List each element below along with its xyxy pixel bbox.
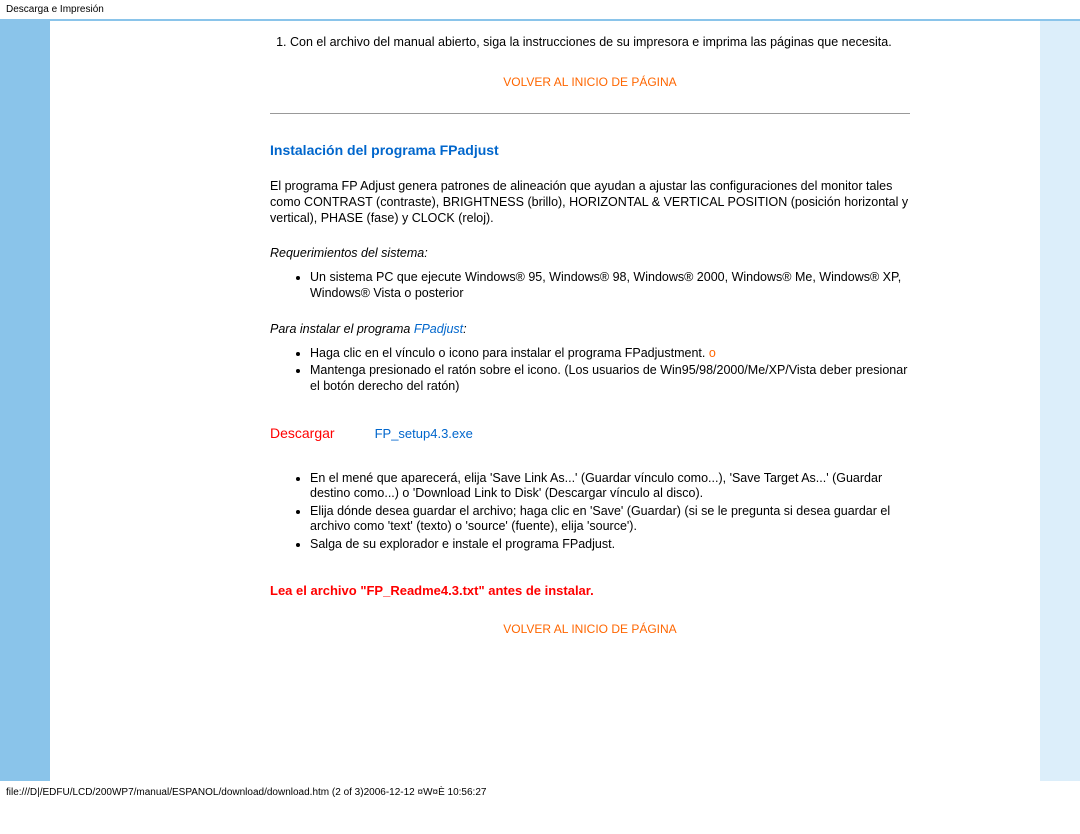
container: Con el archivo del manual abierto, siga … [0, 21, 1080, 781]
post-download-list: En el mené que aparecerá, elija 'Save Li… [270, 471, 910, 553]
instruction-list: Con el archivo del manual abierto, siga … [270, 35, 910, 51]
right-sidebar [1040, 21, 1080, 781]
page-footer: file:///D|/EDFU/LCD/200WP7/manual/ESPANO… [0, 781, 1080, 804]
left-sidebar [0, 21, 50, 781]
main-content: Con el archivo del manual abierto, siga … [50, 21, 930, 781]
install-suffix: : [463, 322, 466, 336]
download-file-link[interactable]: FP_setup4.3.exe [375, 426, 473, 441]
download-label: Descargar [270, 425, 335, 441]
install-step-2: Mantenga presionado el ratón sobre el ic… [310, 363, 910, 394]
requirements-list: Un sistema PC que ejecute Windows® 95, W… [270, 270, 910, 301]
o-link[interactable]: o [709, 346, 716, 360]
divider [270, 113, 910, 114]
back-to-top-link-1[interactable]: VOLVER AL INICIO DE PÁGINA [270, 75, 910, 89]
instruction-item: Con el archivo del manual abierto, siga … [290, 35, 910, 51]
install-step-1-text: Haga clic en el vínculo o icono para ins… [310, 346, 709, 360]
content-block: Con el archivo del manual abierto, siga … [270, 35, 910, 636]
install-steps-list: Haga clic en el vínculo o icono para ins… [270, 346, 910, 395]
fpadjust-link[interactable]: FPadjust [414, 322, 463, 336]
post-item-2: Elija dónde desea guardar el archivo; ha… [310, 504, 910, 535]
section-title: Instalación del programa FPadjust [270, 142, 910, 158]
requirements-label: Requerimientos del sistema: [270, 246, 910, 260]
readme-warning: Lea el archivo "FP_Readme4.3.txt" antes … [270, 583, 910, 598]
requirement-item: Un sistema PC que ejecute Windows® 95, W… [310, 270, 910, 301]
install-label: Para instalar el programa FPadjust: [270, 322, 910, 336]
intro-paragraph: El programa FP Adjust genera patrones de… [270, 178, 910, 227]
content-outer: Con el archivo del manual abierto, siga … [0, 19, 1080, 781]
page-header: Descarga e Impresión [0, 0, 1080, 19]
back-to-top-link-2[interactable]: VOLVER AL INICIO DE PÁGINA [270, 622, 910, 636]
post-item-1: En el mené que aparecerá, elija 'Save Li… [310, 471, 910, 502]
install-step-1: Haga clic en el vínculo o icono para ins… [310, 346, 910, 362]
install-prefix: Para instalar el programa [270, 322, 414, 336]
download-row: Descargar FP_setup4.3.exe [270, 425, 910, 441]
post-item-3: Salga de su explorador e instale el prog… [310, 537, 910, 553]
